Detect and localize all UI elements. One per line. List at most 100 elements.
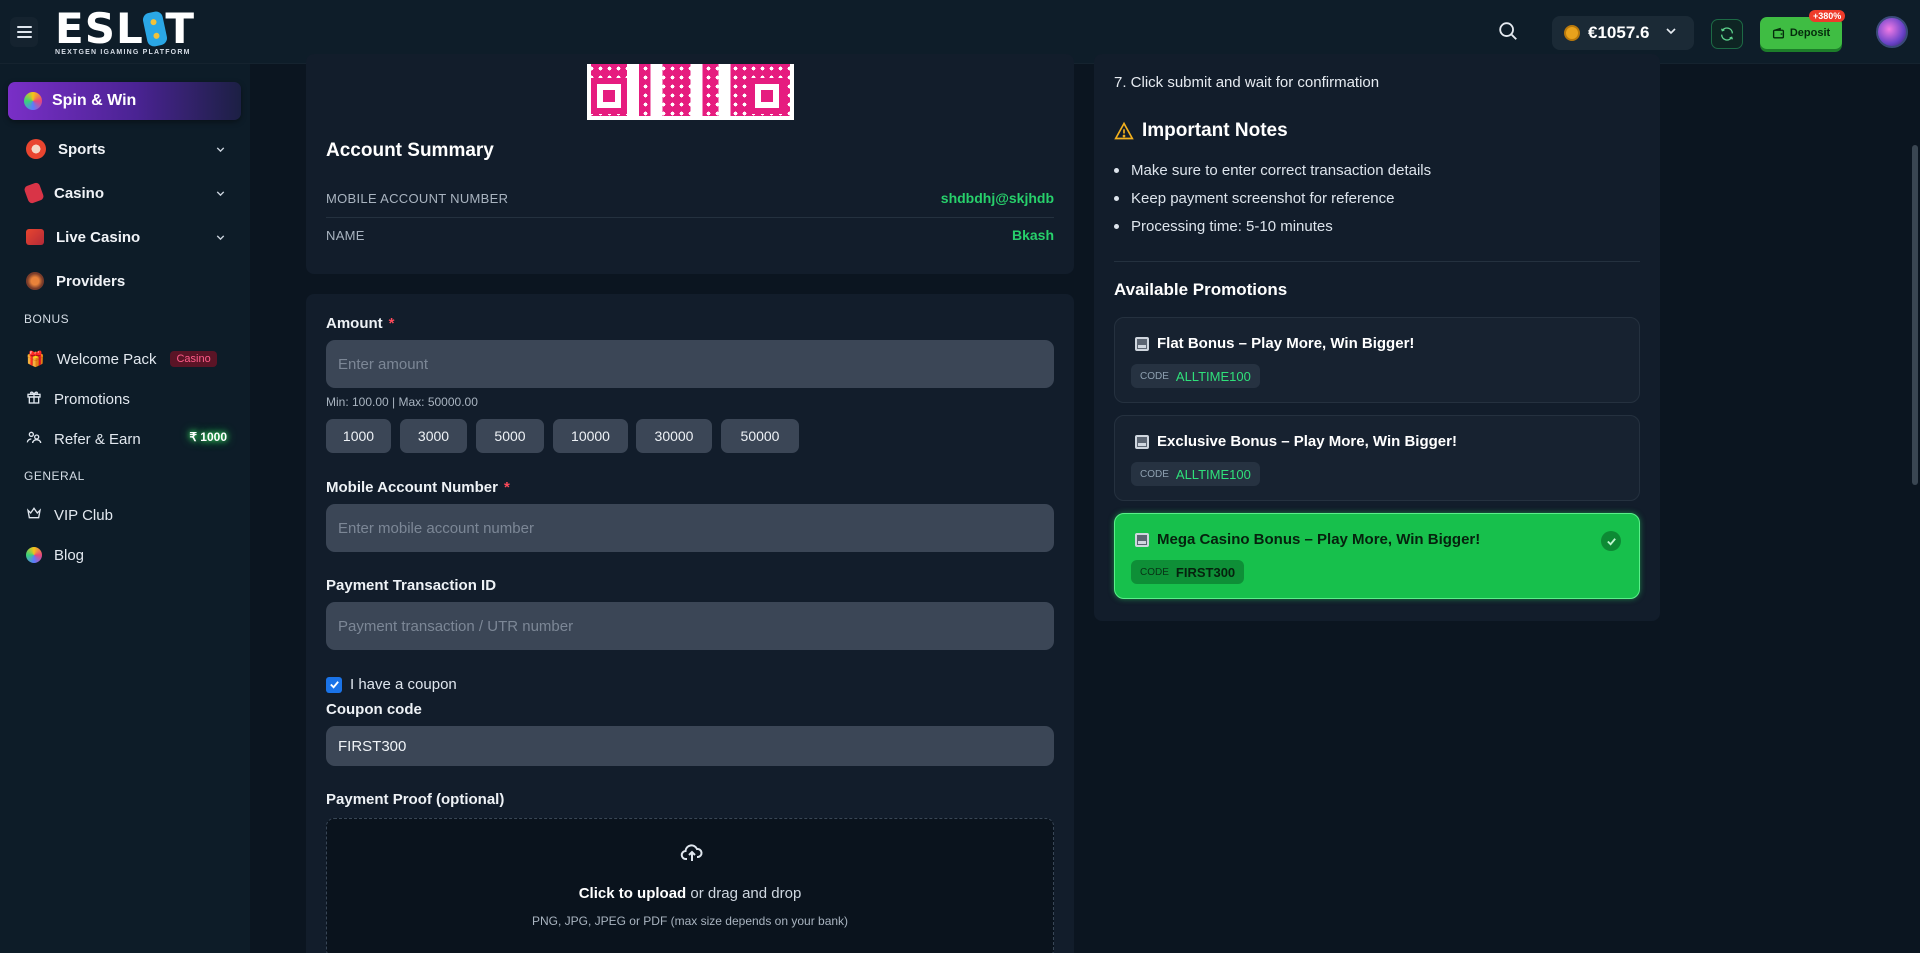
divider xyxy=(326,217,1054,218)
sidebar-item-label: Live Casino xyxy=(56,228,141,246)
blog-label: Blog xyxy=(54,546,85,564)
promo-title: Flat Bonus – Play More, Win Bigger! xyxy=(1157,335,1415,352)
vip-club-label: VIP Club xyxy=(54,506,113,524)
promo-code-pill: CODE FIRST300 xyxy=(1131,560,1245,584)
section-label-general: GENERAL xyxy=(24,469,85,483)
upload-instruction: Click to upload or drag and drop xyxy=(578,885,802,902)
sidebar-item-refer-earn[interactable]: Refer & Earn ₹ 1000 xyxy=(8,421,241,457)
available-promotions-title: Available Promotions xyxy=(1114,280,1288,299)
promo-title: Mega Casino Bonus – Play More, Win Bigge… xyxy=(1157,531,1481,548)
mobile-account-number-input[interactable] xyxy=(326,504,1054,552)
amount-chip-5000[interactable]: 5000 xyxy=(476,419,544,453)
refresh-icon xyxy=(1721,27,1733,41)
search-icon[interactable] xyxy=(1497,20,1521,44)
coin-icon xyxy=(1564,25,1580,41)
instruction-step-7: 7. Click submit and wait for confirmatio… xyxy=(1114,74,1380,91)
chevron-down-icon xyxy=(214,231,227,248)
chevron-down-icon xyxy=(1663,23,1679,44)
sidebar-item-welcome-pack[interactable]: 🎁 Welcome Pack Casino xyxy=(8,341,241,377)
sidebar-item-live-casino[interactable]: Live Casino xyxy=(8,218,241,256)
sidebar-item-label: Providers xyxy=(56,272,126,290)
logo-text-end: T xyxy=(165,4,195,53)
deposit-label: Deposit xyxy=(1789,27,1831,39)
logo-text-start: ESL xyxy=(55,4,144,53)
present-icon xyxy=(26,389,42,409)
logo[interactable]: ESL T NEXTGEN IGAMING PLATFORM xyxy=(55,4,195,57)
sidebar-item-label: Casino xyxy=(54,184,105,202)
coupon-checkbox[interactable] xyxy=(326,676,342,693)
payment-qr-code xyxy=(587,64,794,120)
note-item: Make sure to enter correct transaction d… xyxy=(1114,162,1431,179)
mobile-account-number-field-label: Mobile Account Number * xyxy=(326,479,510,496)
mobile-account-number-value: shdbdhj@skjhdb xyxy=(940,190,1054,206)
sidebar-item-vip-club[interactable]: VIP Club xyxy=(8,497,241,533)
payment-proof-label: Payment Proof (optional) xyxy=(326,791,505,808)
selected-check-icon xyxy=(1601,531,1621,551)
sidebar-item-blog[interactable]: Blog xyxy=(8,537,241,573)
live-casino-icon xyxy=(26,229,44,245)
refer-amount: ₹ 1000 xyxy=(189,430,227,444)
amount-chip-30000[interactable]: 30000 xyxy=(636,419,712,453)
sidebar: Spin & Win Sports Casino Live Casino Pro… xyxy=(0,64,250,953)
sidebar-item-label: Sports xyxy=(58,140,106,158)
sidebar-item-casino[interactable]: Casino xyxy=(8,174,241,212)
refer-earn-label: Refer & Earn xyxy=(54,430,141,448)
blog-icon xyxy=(26,547,42,563)
coupon-checkbox-label: I have a coupon xyxy=(350,676,457,693)
account-summary-title: Account Summary xyxy=(326,140,494,161)
deposit-bonus-badge: +380% xyxy=(1809,10,1846,22)
refresh-button[interactable] xyxy=(1711,19,1743,49)
spin-win-button[interactable]: Spin & Win xyxy=(8,82,241,120)
users-icon xyxy=(26,429,42,449)
spin-win-label: Spin & Win xyxy=(52,92,137,109)
coupon-checkbox-row[interactable]: I have a coupon xyxy=(326,676,457,693)
promo-card-mega-casino-bonus[interactable]: Mega Casino Bonus – Play More, Win Bigge… xyxy=(1114,513,1640,599)
amount-chip-10000[interactable]: 10000 xyxy=(553,419,628,453)
promo-icon xyxy=(1135,434,1149,449)
warning-icon xyxy=(1114,121,1134,146)
providers-icon xyxy=(26,272,44,290)
amount-chip-3000[interactable]: 3000 xyxy=(400,419,467,453)
avatar[interactable] xyxy=(1876,16,1908,48)
amount-limits-hint: Min: 100.00 | Max: 50000.00 xyxy=(326,395,478,409)
divider xyxy=(1114,261,1640,262)
click-to-upload-link[interactable]: Click to upload xyxy=(579,885,687,902)
menu-icon[interactable] xyxy=(10,17,38,47)
sidebar-item-sports[interactable]: Sports xyxy=(8,130,241,168)
note-item: Processing time: 5-10 minutes xyxy=(1114,218,1333,235)
coupon-code-input[interactable] xyxy=(326,726,1054,766)
sidebar-item-providers[interactable]: Providers xyxy=(8,262,241,300)
casino-tag: Casino xyxy=(170,351,217,367)
promo-code-pill: CODE ALLTIME100 xyxy=(1131,364,1260,388)
coupon-code-label: Coupon code xyxy=(326,701,422,718)
upload-file-types: PNG, JPG, JPEG or PDF (max size depends … xyxy=(531,914,849,928)
section-label-bonus: BONUS xyxy=(24,312,70,326)
casino-icon xyxy=(23,181,45,205)
gift-icon: 🎁 xyxy=(26,351,45,368)
page-scrollbar[interactable] xyxy=(1912,145,1918,485)
promo-code-pill: CODE ALLTIME100 xyxy=(1131,462,1260,486)
payment-proof-dropzone[interactable]: Click to upload or drag and drop PNG, JP… xyxy=(326,818,1054,953)
balance-selector[interactable]: €1057.6 xyxy=(1552,16,1694,50)
sidebar-item-promotions[interactable]: Promotions xyxy=(8,381,241,417)
promo-code: ALLTIME100 xyxy=(1175,466,1251,482)
amount-chip-1000[interactable]: 1000 xyxy=(326,419,391,453)
transaction-id-input[interactable] xyxy=(326,602,1054,650)
amount-label: Amount * xyxy=(326,315,395,332)
amount-input[interactable] xyxy=(326,340,1054,388)
promo-code: FIRST300 xyxy=(1175,564,1236,580)
promo-card-exclusive-bonus[interactable]: Exclusive Bonus – Play More, Win Bigger!… xyxy=(1114,415,1640,501)
promo-card-flat-bonus[interactable]: Flat Bonus – Play More, Win Bigger! CODE… xyxy=(1114,317,1640,403)
transaction-id-label: Payment Transaction ID xyxy=(326,577,497,594)
crown-icon xyxy=(26,505,42,525)
spin-wheel-icon xyxy=(24,92,42,110)
sports-icon xyxy=(26,139,46,159)
important-notes-title: Important Notes xyxy=(1142,120,1288,141)
balance-value: €1057.6 xyxy=(1588,23,1650,42)
amount-chip-50000[interactable]: 50000 xyxy=(721,419,799,453)
chevron-down-icon xyxy=(214,187,227,204)
name-label: NAME xyxy=(326,228,365,243)
logo-tagline: NEXTGEN IGAMING PLATFORM xyxy=(55,49,191,56)
promotions-label: Promotions xyxy=(54,390,130,408)
wallet-icon xyxy=(1772,27,1784,39)
